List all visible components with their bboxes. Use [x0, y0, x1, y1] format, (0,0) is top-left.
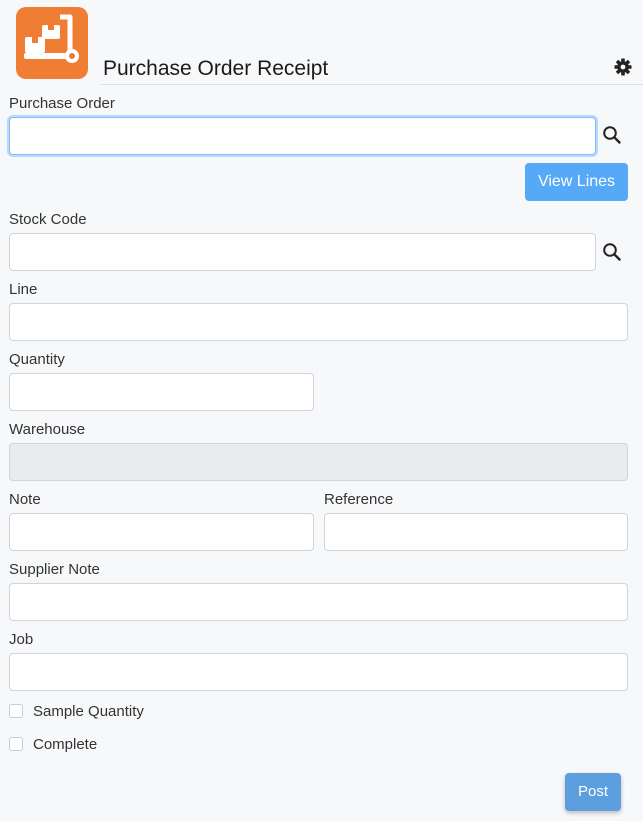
- search-icon[interactable]: [601, 241, 623, 263]
- job-input[interactable]: [9, 653, 628, 691]
- reference-label: Reference: [324, 491, 394, 508]
- sample-quantity-checkbox[interactable]: [9, 704, 23, 718]
- hand-truck-icon: [16, 7, 88, 79]
- search-icon[interactable]: [601, 124, 623, 146]
- gear-icon[interactable]: [613, 57, 633, 77]
- page-title: Purchase Order Receipt: [103, 57, 329, 80]
- quantity-label: Quantity: [9, 351, 65, 368]
- stock-code-input[interactable]: [9, 233, 596, 271]
- view-lines-button[interactable]: View Lines: [525, 163, 628, 201]
- complete-label[interactable]: Complete: [33, 736, 97, 754]
- post-button[interactable]: Post: [565, 773, 621, 811]
- purchase-order-label: Purchase Order: [9, 95, 115, 112]
- warehouse-input: [9, 443, 628, 481]
- supplier-note-label: Supplier Note: [9, 561, 100, 578]
- job-label: Job: [9, 631, 34, 648]
- line-label: Line: [9, 281, 38, 298]
- purchase-order-input[interactable]: [9, 117, 596, 155]
- complete-checkbox[interactable]: [9, 737, 23, 751]
- header-divider: [100, 84, 643, 85]
- app-header: Purchase Order Receipt: [0, 0, 643, 85]
- stock-code-label: Stock Code: [9, 211, 87, 228]
- line-input[interactable]: [9, 303, 628, 341]
- warehouse-label: Warehouse: [9, 421, 86, 438]
- sample-quantity-label[interactable]: Sample Quantity: [33, 703, 144, 721]
- supplier-note-input[interactable]: [9, 583, 628, 621]
- quantity-input[interactable]: [9, 373, 314, 411]
- reference-input[interactable]: [324, 513, 628, 551]
- note-input[interactable]: [9, 513, 314, 551]
- note-label: Note: [9, 491, 41, 508]
